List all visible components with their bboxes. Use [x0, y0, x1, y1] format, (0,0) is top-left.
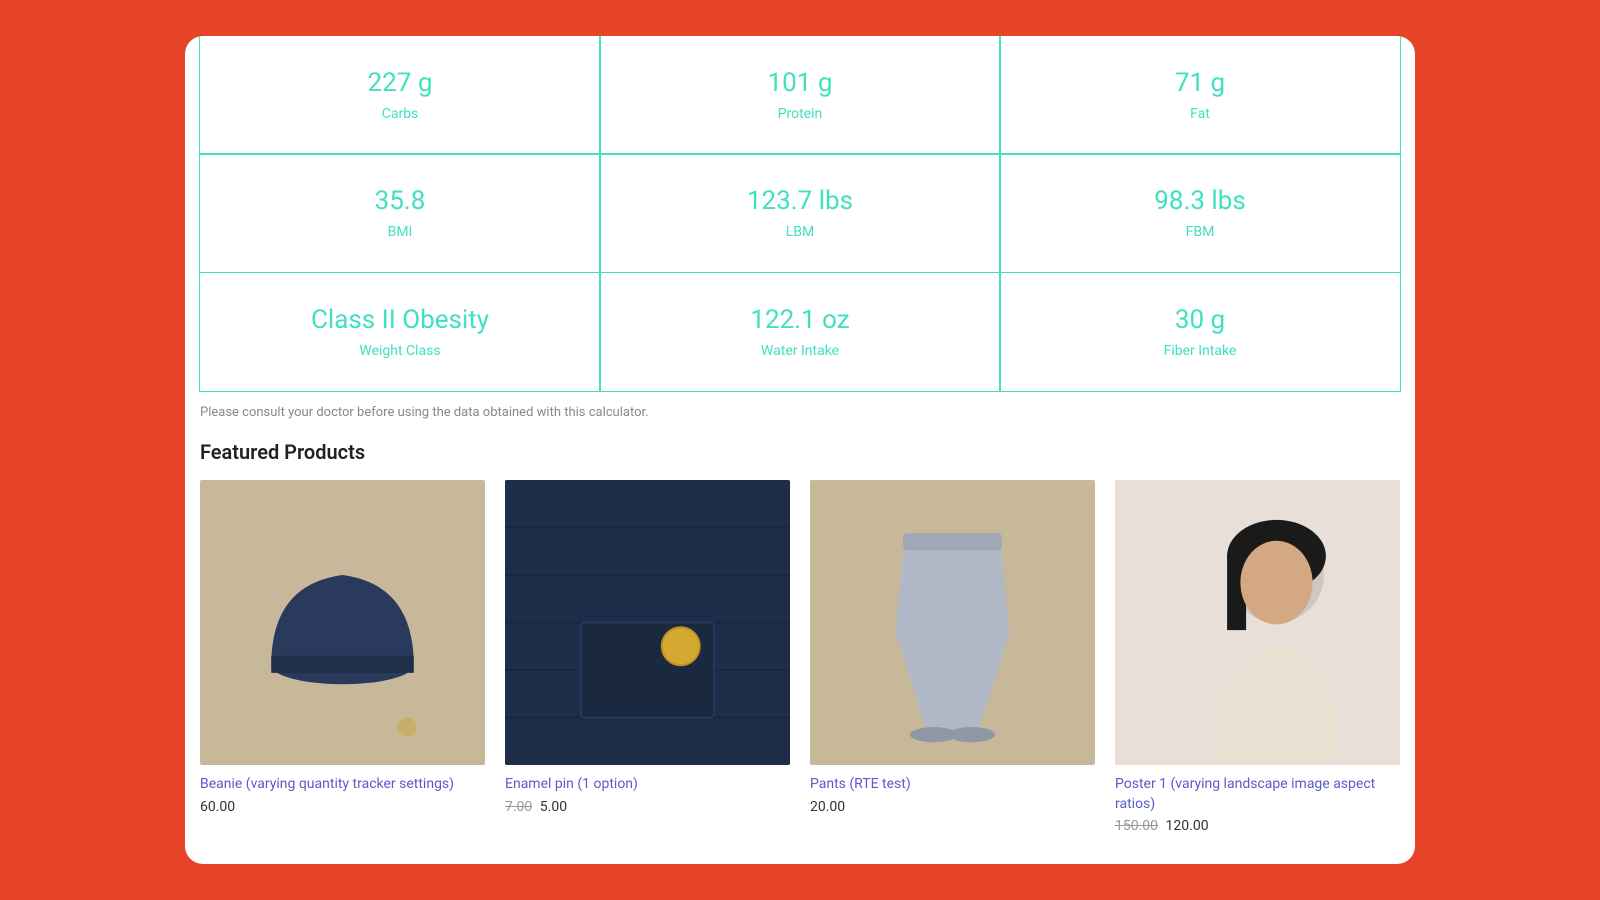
fat-value: 71 g: [1175, 68, 1225, 98]
main-card: 227 g Carbs 101 g Protein 71 g Fat 35.8 …: [185, 36, 1415, 865]
product-sale-price-enamel: 5.00: [540, 799, 567, 815]
metrics-row-3: Class II Obesity Weight Class 122.1 oz W…: [200, 273, 1400, 392]
weight-class-cell: Class II Obesity Weight Class: [199, 272, 601, 392]
protein-cell: 101 g Protein: [599, 36, 1001, 155]
protein-label: Protein: [778, 106, 823, 122]
product-price-enamel: 7.00 5.00: [505, 799, 790, 815]
water-intake-label: Water Intake: [761, 343, 839, 359]
carbs-value: 227 g: [368, 68, 433, 98]
metrics-wrapper: 227 g Carbs 101 g Protein 71 g Fat 35.8 …: [185, 36, 1415, 392]
metrics-row-2: 35.8 BMI 123.7 lbs LBM 98.3 lbs FBM: [200, 154, 1400, 273]
product-name-poster[interactable]: Poster 1 (varying landscape image aspect…: [1115, 775, 1400, 814]
product-price-beanie: 60.00: [200, 799, 485, 815]
fat-cell: 71 g Fat: [999, 36, 1401, 155]
fbm-cell: 98.3 lbs FBM: [999, 153, 1401, 273]
bmi-label: BMI: [388, 224, 413, 240]
product-sale-price-beanie: 60.00: [200, 799, 235, 815]
product-regular-price-poster: 150.00: [1115, 818, 1158, 834]
lbm-label: LBM: [786, 224, 815, 240]
product-name-pants[interactable]: Pants (RTE test): [810, 775, 1095, 795]
product-sale-price-poster: 120.00: [1166, 818, 1209, 834]
fbm-label: FBM: [1186, 224, 1215, 240]
product-name-beanie[interactable]: Beanie (varying quantity tracker setting…: [200, 775, 485, 795]
fiber-intake-label: Fiber Intake: [1164, 343, 1237, 359]
fbm-value: 98.3 lbs: [1154, 186, 1245, 216]
fiber-intake-value: 30 g: [1175, 305, 1225, 335]
bmi-value: 35.8: [375, 186, 426, 216]
fiber-intake-cell: 30 g Fiber Intake: [999, 272, 1401, 392]
product-card-enamel: Enamel pin (1 option) 7.00 5.00: [505, 480, 790, 834]
weight-class-label: Weight Class: [359, 343, 440, 359]
product-card-pants: Pants (RTE test) 20.00: [810, 480, 1095, 834]
product-card-beanie: Beanie (varying quantity tracker setting…: [200, 480, 485, 834]
water-intake-value: 122.1 oz: [750, 305, 849, 335]
product-image-poster[interactable]: [1115, 480, 1400, 765]
product-card-poster: Poster 1 (varying landscape image aspect…: [1115, 480, 1400, 834]
product-regular-price-enamel: 7.00: [505, 799, 532, 815]
protein-value: 101 g: [768, 68, 833, 98]
disclaimer-text: Please consult your doctor before using …: [185, 391, 1415, 424]
product-name-enamel[interactable]: Enamel pin (1 option): [505, 775, 790, 795]
carbs-label: Carbs: [382, 106, 419, 122]
product-image-pants[interactable]: [810, 480, 1095, 765]
product-image-beanie[interactable]: [200, 480, 485, 765]
fat-label: Fat: [1190, 106, 1210, 122]
weight-class-value: Class II Obesity: [311, 305, 489, 335]
product-image-enamel[interactable]: [505, 480, 790, 765]
product-price-poster: 150.00 120.00: [1115, 818, 1400, 834]
product-sale-price-pants: 20.00: [810, 799, 845, 815]
water-intake-cell: 122.1 oz Water Intake: [599, 272, 1001, 392]
bmi-cell: 35.8 BMI: [199, 153, 601, 273]
lbm-cell: 123.7 lbs LBM: [599, 153, 1001, 273]
featured-title: Featured Products: [200, 440, 1400, 464]
products-grid: Beanie (varying quantity tracker setting…: [200, 480, 1400, 834]
metrics-row-1: 227 g Carbs 101 g Protein 71 g Fat: [200, 36, 1400, 155]
featured-section: Featured Products Beanie (vary: [185, 424, 1415, 834]
carbs-cell: 227 g Carbs: [199, 36, 601, 155]
product-price-pants: 20.00: [810, 799, 1095, 815]
lbm-value: 123.7 lbs: [747, 186, 853, 216]
